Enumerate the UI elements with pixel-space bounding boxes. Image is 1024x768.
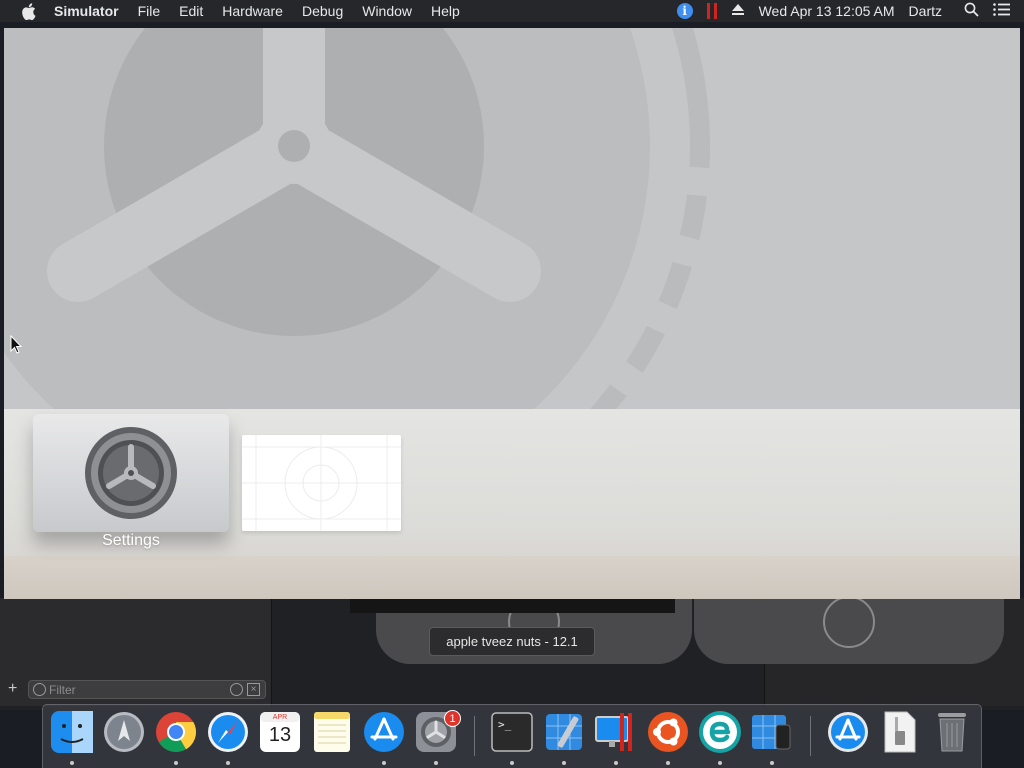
device-tooltip: apple tveez nuts - 12.1 <box>429 627 595 656</box>
notification-badge: 1 <box>444 710 461 727</box>
settings-gear-icon <box>85 427 177 519</box>
calendar-icon[interactable]: APR 13 <box>258 710 302 754</box>
launchpad-icon[interactable] <box>102 710 146 754</box>
ubuntu-icon[interactable] <box>646 710 690 754</box>
simulator-icon[interactable] <box>750 710 794 754</box>
eset-icon[interactable] <box>698 710 742 754</box>
eject-icon[interactable] <box>731 3 745 19</box>
trash-icon[interactable] <box>930 710 974 754</box>
settings-app-label: Settings <box>102 532 160 549</box>
notes-icon[interactable] <box>310 710 354 754</box>
menu-bar: Simulator File Edit Hardware Debug Windo… <box>0 0 1024 22</box>
parallels-icon[interactable] <box>594 710 638 754</box>
app-store-utility-icon[interactable] <box>826 710 870 754</box>
calendar-day: 13 <box>268 724 292 746</box>
safari-icon[interactable] <box>206 710 250 754</box>
app-placeholder-icon <box>242 435 401 531</box>
terminal-icon[interactable]: >_ <box>490 710 534 754</box>
menu-edit[interactable]: Edit <box>179 0 203 22</box>
simulator-screen[interactable]: Settings <box>4 28 1020 599</box>
terminal-prompt: >_ <box>498 718 512 731</box>
xcode-filter-bar: + × <box>0 678 272 702</box>
menu-debug[interactable]: Debug <box>302 0 343 22</box>
app-store-icon[interactable] <box>362 710 406 754</box>
apple-menu-icon[interactable] <box>19 2 37 20</box>
menubar-clock[interactable]: Wed Apr 13 12:05 AM <box>759 3 895 19</box>
chrome-icon[interactable] <box>154 710 198 754</box>
search-icon[interactable] <box>964 2 979 20</box>
background-gear-graphic <box>4 28 710 409</box>
home-button-icon <box>823 596 875 648</box>
mouse-cursor-icon <box>10 335 22 354</box>
placeholder-app-tile[interactable] <box>242 435 401 531</box>
menu-file[interactable]: File <box>138 0 161 22</box>
filter-input[interactable] <box>49 682 219 697</box>
xcode-icon[interactable] <box>542 710 586 754</box>
menu-window[interactable]: Window <box>362 0 412 22</box>
settings-app-tile[interactable] <box>33 414 229 532</box>
recent-clock-icon[interactable] <box>230 683 243 696</box>
dock-separator <box>810 716 811 756</box>
menu-list-icon[interactable] <box>993 3 1010 19</box>
device-speaker <box>350 598 675 613</box>
menu-hardware[interactable]: Hardware <box>222 0 283 22</box>
clear-filter-icon[interactable]: × <box>247 683 260 696</box>
info-icon[interactable]: i <box>676 3 693 19</box>
calendar-month: APR <box>272 714 288 721</box>
menu-help[interactable]: Help <box>431 0 460 22</box>
menubar-user[interactable]: Dartz <box>909 3 942 19</box>
archive-icon[interactable] <box>878 710 922 754</box>
finder-icon[interactable] <box>50 710 94 754</box>
pause-icon[interactable] <box>706 3 717 19</box>
filter-icon <box>33 683 46 696</box>
filter-field: × <box>28 680 266 699</box>
dock-separator <box>474 716 475 756</box>
add-device-button[interactable]: + <box>8 680 17 698</box>
status-area: i Wed Apr 13 12:05 AM Dartz <box>676 0 1024 22</box>
menu-app-name[interactable]: Simulator <box>54 0 119 22</box>
shelf-bottom <box>4 556 1020 599</box>
